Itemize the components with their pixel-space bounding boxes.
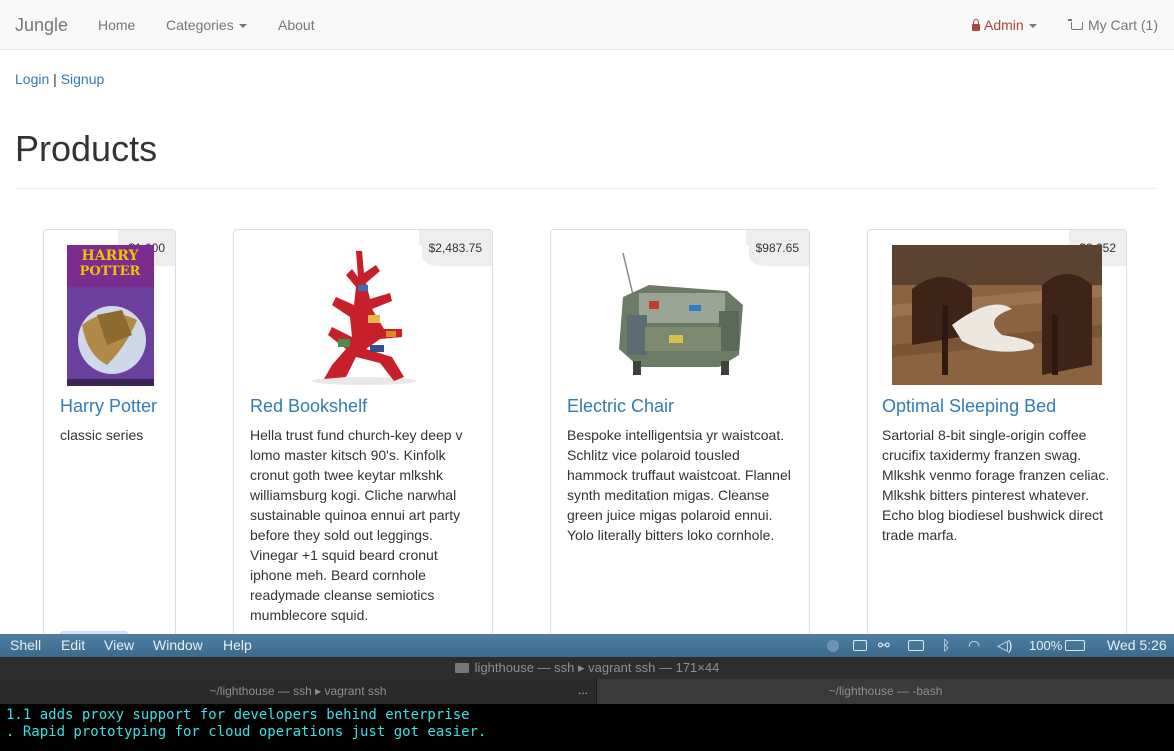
menu-app-name[interactable]: Shell — [10, 634, 41, 657]
product-card-harry-potter[interactable]: $1,000 HARRY POTTER Harry Potter classic… — [43, 229, 176, 649]
auth-links: Login | Signup — [15, 71, 104, 87]
divider — [15, 188, 1156, 189]
terminal-line: . Rapid prototyping for cloud operations… — [6, 724, 487, 740]
signup-link[interactable]: Signup — [61, 71, 105, 87]
navbar: Jungle Home Categories About Admin My Ca… — [0, 0, 1174, 50]
book-cover-image: HARRY POTTER — [67, 245, 154, 386]
nav-categories-dropdown[interactable]: Categories — [166, 0, 247, 50]
glasses-icon[interactable]: ⚯ — [878, 634, 890, 657]
bluetooth-icon[interactable]: ᛒ — [942, 634, 950, 657]
nav-about[interactable]: About — [278, 0, 315, 50]
nav-home[interactable]: Home — [98, 0, 135, 50]
battery-icon[interactable] — [1065, 640, 1085, 651]
svg-text:HARRY: HARRY — [82, 248, 140, 264]
product-description: Bespoke intelligentsia yr waistcoat. Sch… — [567, 427, 791, 543]
macos-menubar: Shell Edit View Window Help ⚯ ᛒ ◠ ◁) 100… — [0, 634, 1174, 657]
status-dot-icon[interactable] — [827, 640, 839, 652]
price-badge: $987.65 — [745, 230, 809, 266]
product-title[interactable]: Electric Chair — [567, 396, 674, 417]
terminal-tab-ssh[interactable]: ~/lighthouse — ssh ▸ vagrant ssh — [0, 679, 597, 704]
product-card-electric-chair[interactable]: $987.65 Electric Chair Bespoke intellige… — [550, 229, 810, 649]
admin-dropdown[interactable]: Admin — [972, 0, 1037, 50]
product-title[interactable]: Optimal Sleeping Bed — [882, 396, 1056, 417]
volume-icon[interactable]: ◁) — [997, 634, 1012, 657]
brand-link[interactable]: Jungle — [15, 0, 68, 50]
product-card-optimal-sleeping-bed[interactable]: $3,052 Optimal Sleeping Bed Sartorial 8-… — [867, 229, 1127, 649]
bookshelf-image — [306, 245, 422, 385]
svg-text:POTTER: POTTER — [80, 264, 141, 279]
product-image[interactable]: HARRY POTTER — [67, 245, 154, 386]
camera-icon[interactable] — [853, 640, 867, 651]
tab-overflow-indicator[interactable]: ... — [578, 683, 588, 697]
login-link[interactable]: Login — [15, 71, 49, 87]
chevron-down-icon — [1028, 24, 1037, 29]
product-image[interactable] — [306, 245, 422, 385]
product-title[interactable]: Red Bookshelf — [250, 396, 367, 417]
menu-window[interactable]: Window — [153, 634, 203, 657]
lock-icon — [972, 19, 980, 31]
cart-link[interactable]: My Cart (1) — [1068, 0, 1158, 50]
product-title[interactable]: Harry Potter — [60, 396, 157, 417]
chevron-down-icon — [238, 24, 247, 29]
menubar-clock[interactable]: Wed 5:26 — [1107, 634, 1167, 657]
product-description: classic series — [60, 427, 144, 443]
cart-label: My Cart (1) — [1088, 17, 1158, 33]
nav-categories-label: Categories — [166, 17, 234, 33]
price-badge: $2,483.75 — [418, 230, 492, 266]
terminal-window-title: lighthouse — ssh ▸ vagrant ssh — 171×44 — [474, 660, 720, 675]
airplay-icon[interactable] — [908, 640, 924, 651]
terminal-tabs: ~/lighthouse — ssh ▸ vagrant ssh ... ~/l… — [0, 679, 1174, 704]
product-card-red-bookshelf[interactable]: $2,483.75 Red Bookshelf Hella trust fund… — [233, 229, 493, 649]
terminal-output[interactable]: 1.1 adds proxy support for developers be… — [0, 704, 1174, 751]
wifi-icon[interactable]: ◠ — [968, 634, 980, 657]
folder-icon — [454, 663, 469, 673]
product-description: Hella trust fund church-key deep v lomo … — [250, 427, 463, 623]
menu-edit[interactable]: Edit — [61, 634, 85, 657]
menu-view[interactable]: View — [104, 634, 134, 657]
menu-help[interactable]: Help — [223, 634, 252, 657]
product-image[interactable] — [892, 245, 1102, 385]
terminal-line: 1.1 adds proxy support for developers be… — [6, 707, 470, 723]
sleeping-bed-image — [892, 245, 1102, 385]
product-description: Sartorial 8-bit single-origin coffee cru… — [882, 427, 1110, 543]
auth-separator: | — [53, 71, 57, 87]
electric-chair-image — [609, 245, 749, 385]
cart-icon — [1068, 19, 1083, 30]
admin-label: Admin — [984, 17, 1024, 33]
battery-percent: 100% — [1029, 638, 1063, 653]
terminal-tab-bash[interactable]: ~/lighthouse — -bash — [597, 679, 1174, 704]
page-title: Products — [15, 128, 158, 169]
product-image[interactable] — [609, 245, 749, 385]
terminal-titlebar: lighthouse — ssh ▸ vagrant ssh — 171×44 — [0, 657, 1174, 679]
